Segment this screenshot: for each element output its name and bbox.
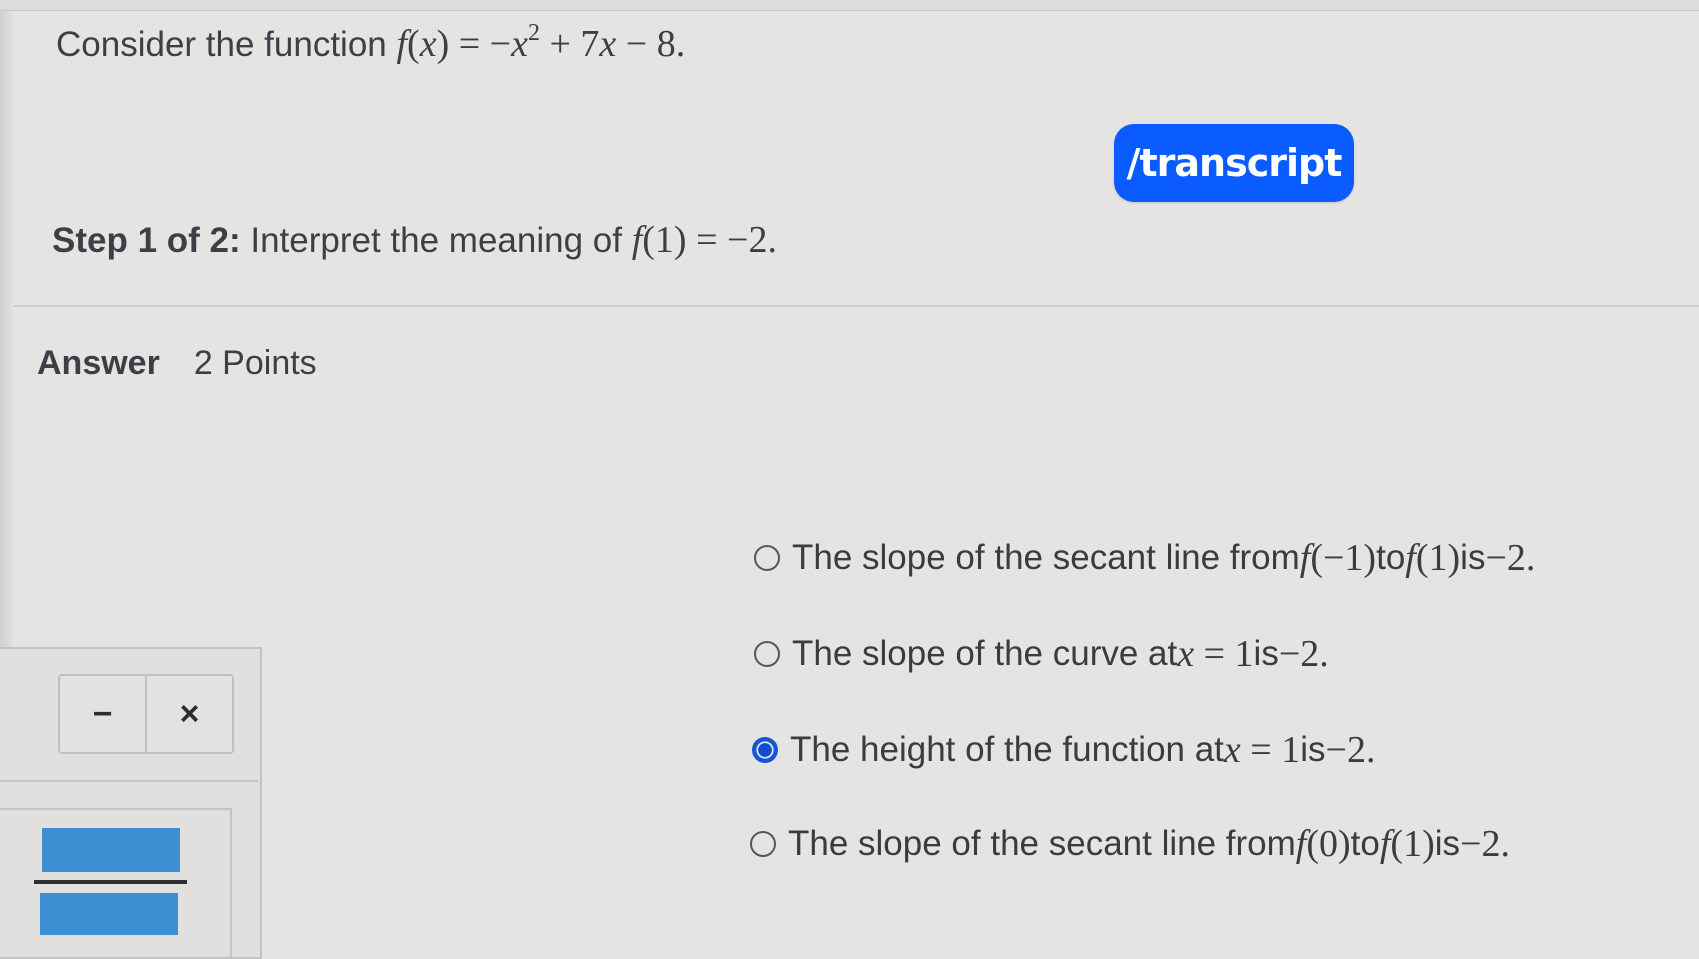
step-number: Step 1 of 2: <box>52 221 241 260</box>
answer-header: Answer 2 Points <box>37 344 317 383</box>
question-math: f(x) = −x2 + 7x − 8. <box>396 20 686 65</box>
fraction-bar-icon <box>34 880 187 884</box>
transcript-button-label: /transcript <box>1126 141 1343 185</box>
minimize-button[interactable]: − <box>60 676 145 752</box>
minus-icon: − <box>92 694 113 733</box>
option-slope-of-curve[interactable]: The slope of the curve at x = 1 is −2. <box>754 632 1329 676</box>
fraction-numerator-icon <box>42 828 180 872</box>
step-text: Interpret the meaning of <box>240 221 632 260</box>
transcript-button[interactable]: /transcript <box>1114 124 1354 202</box>
close-palette-button[interactable]: × <box>145 676 232 752</box>
section-divider <box>14 305 1699 307</box>
option-secant-0-to-1[interactable]: The slope of the secant line from f(0) t… <box>750 822 1510 866</box>
radio-button[interactable] <box>754 545 780 571</box>
top-border <box>0 0 1699 11</box>
step-instruction: Step 1 of 2: Interpret the meaning of f(… <box>52 218 777 262</box>
option-height-of-function[interactable]: The height of the function at x = 1 is −… <box>752 728 1375 772</box>
radio-button[interactable] <box>750 831 776 857</box>
radio-button-selected[interactable] <box>752 737 778 763</box>
question-text: Consider the function f(x) = −x2 + 7x − … <box>56 20 686 66</box>
option-secant-neg1-to-1[interactable]: The slope of the secant line from f(−1) … <box>754 536 1535 580</box>
answer-label: Answer <box>37 344 160 382</box>
close-icon: × <box>179 694 200 733</box>
panel-divider <box>0 780 258 782</box>
step-math: f(1) = −2. <box>631 219 777 261</box>
points-label: 2 Points <box>193 344 317 382</box>
palette-toolbar: − × <box>58 674 234 754</box>
question-prefix: Consider the function <box>56 25 397 64</box>
radio-button[interactable] <box>754 641 780 667</box>
fraction-denominator-icon <box>40 893 178 935</box>
